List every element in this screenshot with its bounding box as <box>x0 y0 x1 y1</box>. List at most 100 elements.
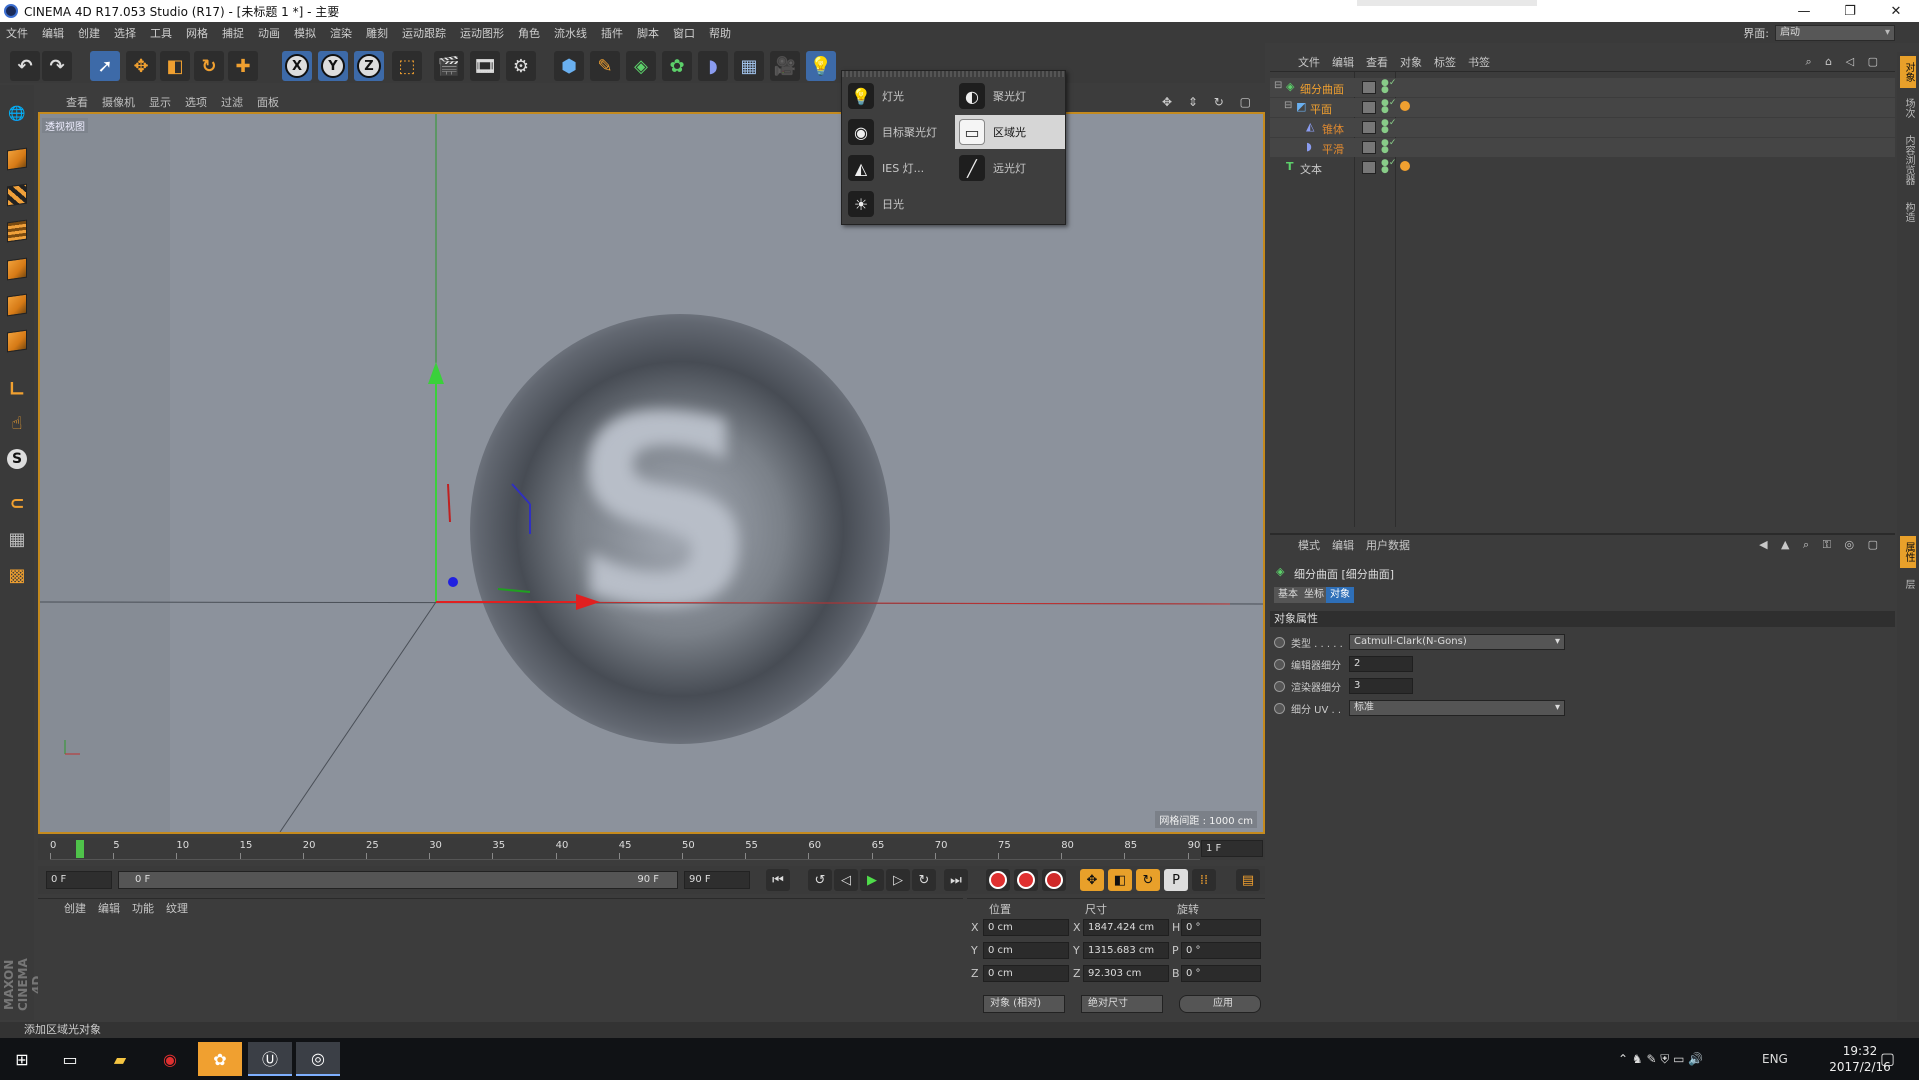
object-row-text[interactable]: T 文本 ●✓ ● <box>1270 158 1895 177</box>
object-row-smooth[interactable]: ◗ 平滑 ●✓ ● <box>1270 138 1895 157</box>
z-axis-lock-button[interactable]: Z <box>354 51 384 81</box>
coordinate-system-icon[interactable]: ⬚ <box>392 51 422 81</box>
timeline-ruler[interactable]: 0 5 10 15 20 25 30 35 40 45 50 55 60 65 70 75 80 85 90 1 F <box>38 838 1265 860</box>
tag-icon[interactable] <box>1400 101 1410 111</box>
task-view-icon[interactable]: ▭ <box>48 1042 92 1076</box>
rotation-p-field[interactable]: 0 ° <box>1181 942 1261 959</box>
enable-check-icon[interactable]: ●✓ ● <box>1381 119 1396 135</box>
object-row-cone[interactable]: ◭ 锥体 ●✓ ● <box>1270 118 1895 137</box>
position-x-field[interactable]: 0 cm <box>983 919 1069 936</box>
object-name[interactable]: 锥体 <box>1322 121 1344 137</box>
mograph-cloner-icon[interactable]: ✿ <box>662 51 692 81</box>
menu-snap[interactable]: 捕捉 <box>222 25 244 41</box>
model-mode-icon[interactable] <box>3 145 31 173</box>
start-frame-field[interactable]: 0 F <box>46 871 112 889</box>
light-item-ies[interactable]: ◭ IES 灯... <box>844 151 954 185</box>
vtab-structure[interactable]: 构造 <box>1900 196 1916 228</box>
cinema4d-taskbar-icon[interactable]: ◎ <box>296 1042 340 1076</box>
visibility-flags[interactable] <box>1362 161 1376 174</box>
record-keys-icon[interactable] <box>986 869 1010 891</box>
key-scale-icon[interactable]: ◧ <box>1108 869 1132 891</box>
menu-mesh[interactable]: 网格 <box>186 25 208 41</box>
planar-workplane-icon[interactable]: ▩ <box>3 561 31 589</box>
unreal-engine-icon[interactable]: Ⓤ <box>248 1042 292 1076</box>
attribute-menu-mode[interactable]: 模式 <box>1298 537 1320 553</box>
object-name[interactable]: 平滑 <box>1322 141 1344 157</box>
light-item-target-spot[interactable]: ◉ 目标聚光灯 <box>844 115 954 149</box>
object-name[interactable]: 文本 <box>1300 161 1322 177</box>
subdivide-uv-dropdown[interactable]: 标准 <box>1349 700 1565 716</box>
light-item-sun[interactable]: ☀ 日光 <box>844 187 954 221</box>
workplane-mode-icon[interactable] <box>3 217 31 245</box>
axis-mode-icon[interactable]: ∟ <box>3 375 31 403</box>
x-axis-lock-button[interactable]: X <box>282 51 312 81</box>
vtab-takes[interactable]: 场次 <box>1900 92 1916 124</box>
autokey-icon[interactable] <box>1014 869 1038 891</box>
object-menu-bookmarks[interactable]: 书签 <box>1468 54 1490 70</box>
position-z-field[interactable]: 0 cm <box>983 965 1069 982</box>
y-axis-lock-button[interactable]: Y <box>318 51 348 81</box>
render-subdivision-field[interactable]: 3 <box>1349 678 1413 694</box>
keyframe-selection-icon[interactable] <box>1042 869 1066 891</box>
render-settings-icon[interactable]: ⚙ <box>506 51 536 81</box>
move-icon[interactable]: ✥ <box>126 51 156 81</box>
object-row-subdivision[interactable]: ⊟ ◈ 细分曲面 ●✓ ● <box>1270 78 1895 97</box>
preview-range-slider[interactable]: 0 F 90 F <box>118 871 678 889</box>
key-position-icon[interactable]: ✥ <box>1080 869 1104 891</box>
app-icon-orange[interactable]: ✿ <box>198 1042 242 1076</box>
menu-character[interactable]: 角色 <box>518 25 540 41</box>
visibility-flags[interactable] <box>1362 81 1376 94</box>
menu-script[interactable]: 脚本 <box>637 25 659 41</box>
object-menu-edit[interactable]: 编辑 <box>1332 54 1354 70</box>
size-y-field[interactable]: 1315.683 cm <box>1083 942 1169 959</box>
viewport-nav-icons[interactable]: ✥ ⇕ ↻ ▢ <box>1162 95 1257 109</box>
viewport-menu-filter[interactable]: 过滤 <box>221 94 243 110</box>
menu-render[interactable]: 渲染 <box>330 25 352 41</box>
rotate-icon[interactable]: ↻ <box>194 51 224 81</box>
material-menu-edit[interactable]: 编辑 <box>98 900 120 916</box>
timeline-window-icon[interactable]: ▤ <box>1236 869 1260 891</box>
popup-drag-handle[interactable] <box>842 71 1065 77</box>
viewport-menu-options[interactable]: 选项 <box>185 94 207 110</box>
light-tool-icon[interactable]: 💡 <box>806 51 836 81</box>
playhead-marker[interactable] <box>76 840 84 858</box>
render-view-icon[interactable]: 🎬 <box>434 51 464 81</box>
vtab-objects[interactable]: 对象 <box>1900 56 1916 88</box>
cube-primitive-icon[interactable]: ⬢ <box>554 51 584 81</box>
keyframe-radio[interactable] <box>1274 658 1285 670</box>
undo-icon[interactable]: ↶ <box>10 51 40 81</box>
end-frame-field[interactable]: 90 F <box>684 871 750 889</box>
snap-icon[interactable]: ⊂ <box>3 489 31 517</box>
menu-file[interactable]: 文件 <box>6 25 28 41</box>
tab-object[interactable]: 对象 <box>1326 587 1354 603</box>
viewport-menu-cameras[interactable]: 摄像机 <box>102 94 135 110</box>
size-mode-dropdown[interactable]: 绝对尺寸 <box>1081 995 1163 1013</box>
menu-simulate[interactable]: 模拟 <box>294 25 316 41</box>
object-menu-objects[interactable]: 对象 <box>1400 54 1422 70</box>
menu-tools[interactable]: 工具 <box>150 25 172 41</box>
texture-mode-icon[interactable] <box>3 181 31 209</box>
light-item-area[interactable]: ▭ 区域光 <box>955 115 1065 149</box>
attribute-menu-userdata[interactable]: 用户数据 <box>1366 537 1410 553</box>
layout-select[interactable]: 启动 <box>1775 24 1895 41</box>
make-editable-icon[interactable]: 🌐 <box>3 100 31 128</box>
position-y-field[interactable]: 0 cm <box>983 942 1069 959</box>
next-key-icon[interactable]: ↻ <box>912 869 936 891</box>
expand-icon[interactable]: ⊟ <box>1274 80 1282 91</box>
menu-pipeline[interactable]: 流水线 <box>554 25 587 41</box>
vtab-attributes[interactable]: 属性 <box>1900 536 1916 568</box>
subdivision-type-dropdown[interactable]: Catmull-Clark(N-Gons) <box>1349 634 1565 650</box>
weibo-app-icon[interactable]: ◉ <box>148 1042 192 1076</box>
go-to-end-icon[interactable]: ⏭ <box>944 869 968 891</box>
material-menu-function[interactable]: 功能 <box>132 900 154 916</box>
visibility-flags[interactable] <box>1362 101 1376 114</box>
rotation-h-field[interactable]: 0 ° <box>1181 919 1261 936</box>
polygons-mode-icon[interactable] <box>3 327 31 355</box>
start-windows-icon[interactable]: ⊞ <box>0 1042 44 1076</box>
deformer-icon[interactable]: ◗ <box>698 51 728 81</box>
next-frame-icon[interactable]: ▷ <box>886 869 910 891</box>
previous-frame-icon[interactable]: ◁ <box>834 869 858 891</box>
key-parameter-icon[interactable]: P <box>1164 869 1188 891</box>
maximize-button[interactable]: ❐ <box>1827 4 1873 19</box>
menu-motion-tracker[interactable]: 运动跟踪 <box>402 25 446 41</box>
